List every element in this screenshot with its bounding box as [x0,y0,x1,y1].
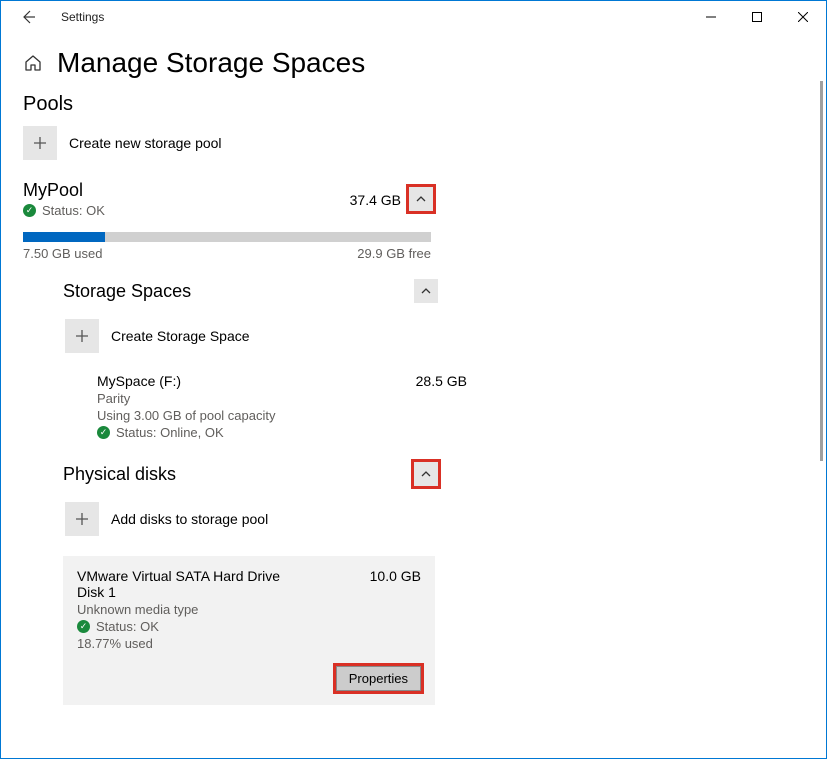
disk-media: Unknown media type [77,602,421,617]
pool-free-label: 29.9 GB free [357,246,431,261]
minimize-button[interactable] [688,1,734,33]
pool-name: MyPool [23,180,350,201]
pool-status: Status: OK [42,203,105,218]
space-status: Status: Online, OK [116,425,224,440]
back-button[interactable] [13,2,43,32]
spaces-heading: Storage Spaces [63,281,191,302]
disk-used: 18.77% used [77,636,421,651]
add-disks-action[interactable]: Add disks to storage pool [65,502,438,536]
status-ok-icon: ✓ [77,620,90,633]
plus-icon [65,502,99,536]
plus-icon [23,126,57,160]
pool-size: 37.4 GB [350,190,401,208]
pools-heading: Pools [23,93,804,116]
disk-size: 10.0 GB [370,568,421,584]
pool-collapse-toggle[interactable] [409,187,433,211]
close-button[interactable] [780,1,826,33]
space-usage: Using 3.00 GB of pool capacity [97,408,467,423]
disks-heading: Physical disks [63,464,176,485]
disk-status: Status: OK [96,619,159,634]
create-pool-action[interactable]: Create new storage pool [23,126,804,160]
create-space-label: Create Storage Space [111,328,250,344]
maximize-button[interactable] [734,1,780,33]
space-type: Parity [97,391,467,406]
scrollbar[interactable] [820,81,823,461]
status-ok-icon: ✓ [23,204,36,217]
window-title: Settings [61,10,104,24]
pool-used-label: 7.50 GB used [23,246,103,261]
pool-usage-fill [23,232,105,242]
disk-name: VMware Virtual SATA Hard Drive Disk 1 [77,568,297,600]
page-title: Manage Storage Spaces [57,47,365,79]
space-size: 28.5 GB [416,373,467,389]
create-pool-label: Create new storage pool [69,135,222,151]
space-name: MySpace (F:) [97,373,181,389]
status-ok-icon: ✓ [97,426,110,439]
disk-card[interactable]: VMware Virtual SATA Hard Drive Disk 1 10… [63,556,435,705]
create-space-action[interactable]: Create Storage Space [65,319,438,353]
pool-usage-bar [23,232,431,242]
add-disks-label: Add disks to storage pool [111,511,268,527]
properties-button[interactable]: Properties [336,666,421,691]
spaces-collapse-toggle[interactable] [414,279,438,303]
disks-collapse-toggle[interactable] [414,462,438,486]
plus-icon [65,319,99,353]
home-icon[interactable] [23,53,43,73]
